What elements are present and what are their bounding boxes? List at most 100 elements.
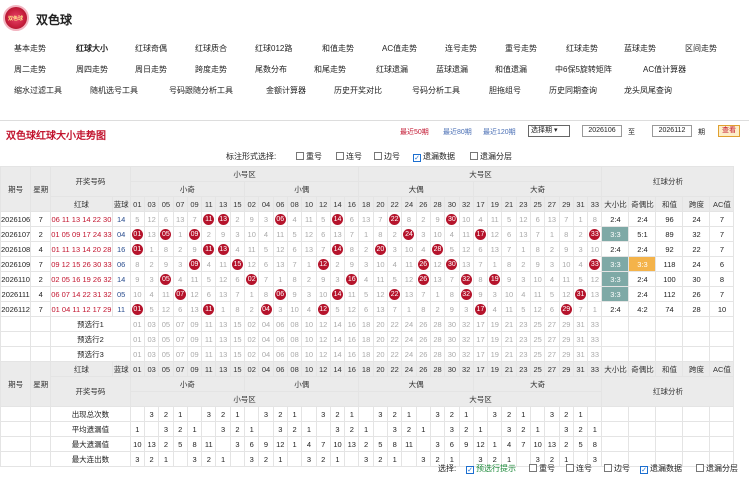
- table-cell: 12: [401, 271, 417, 287]
- table-cell: [487, 421, 503, 437]
- nav-link[interactable]: 龙头凤尾查询: [624, 85, 672, 96]
- nav-link[interactable]: 区间走势: [685, 43, 717, 54]
- recent-50-link[interactable]: 最近50期: [400, 127, 429, 137]
- table-cell: 小奇: [129, 376, 246, 392]
- table-cell: 12: [472, 436, 489, 452]
- table-cell: 9: [186, 241, 203, 257]
- red-ball: 14: [331, 288, 343, 300]
- footer-checkbox[interactable]: ✓ 预选行提示: [466, 463, 516, 474]
- table-cell: [244, 406, 260, 422]
- nav-link[interactable]: 缩水过滤工具: [14, 85, 62, 96]
- table-cell: 31: [572, 361, 589, 377]
- nav-link[interactable]: 基本走势: [14, 43, 46, 54]
- table-cell: 12: [558, 286, 574, 302]
- table-cell: 2:4: [601, 301, 630, 317]
- table-cell: 12: [215, 271, 231, 287]
- nav-link[interactable]: 红球012路: [255, 43, 292, 54]
- nav-link[interactable]: 胆拖组号: [489, 85, 521, 96]
- nav-link[interactable]: 和值遗漏: [495, 64, 527, 75]
- table-cell: 03: [143, 331, 160, 347]
- nav-link[interactable]: 蓝球走势: [624, 43, 656, 54]
- nav-link[interactable]: 和值走势: [322, 43, 354, 54]
- table-cell: 32: [458, 196, 474, 212]
- table-cell: 09: [186, 256, 203, 272]
- table-cell: 5: [572, 271, 589, 287]
- from-period-input[interactable]: 2026106: [582, 125, 622, 137]
- red-ball: 14: [331, 243, 343, 255]
- table-cell: 3: [229, 226, 246, 242]
- table-cell: 01: [129, 241, 145, 257]
- option-checkbox[interactable]: ✓ 遗漏数据: [413, 151, 455, 162]
- nav-link[interactable]: 随机选号工具: [90, 85, 138, 96]
- nav-link[interactable]: 连号走势: [445, 43, 477, 54]
- period-select[interactable]: 选择期 ▾: [528, 125, 570, 137]
- table-cell: 19: [487, 361, 503, 377]
- table-cell: 31: [572, 286, 589, 302]
- trend-table: 期号 星期 开奖号码 小号区 大号区 红球分析 小奇 小偶 大偶 大奇 红球 蓝球 01 03 05 07 09…: [0, 166, 735, 467]
- nav-link[interactable]: 周二走势: [14, 64, 46, 75]
- option-checkbox[interactable]: 遗漏分层: [470, 151, 512, 162]
- table-cell: 03: [143, 361, 160, 377]
- to-label: 至: [628, 129, 635, 136]
- table-cell: 06: [272, 196, 288, 212]
- nav-link[interactable]: 红球走势: [566, 43, 598, 54]
- table-cell: 27: [544, 346, 560, 362]
- table-cell: 8: [344, 241, 360, 257]
- nav-link[interactable]: 金额计算器: [266, 85, 306, 96]
- table-cell: 小偶: [244, 376, 360, 392]
- nav-link[interactable]: 红球奇偶: [135, 43, 167, 54]
- footer-checkbox[interactable]: ✓ 遗漏数据: [640, 463, 682, 474]
- table-cell: 32: [458, 286, 474, 302]
- table-cell: 1: [244, 286, 260, 302]
- option-checkbox[interactable]: 重号: [296, 151, 322, 162]
- table-cell: 8: [587, 211, 603, 227]
- recent-120-link[interactable]: 最近120期: [483, 127, 516, 137]
- red-ball: 13: [217, 213, 229, 225]
- nav-link[interactable]: 红球质合: [195, 43, 227, 54]
- option-checkbox[interactable]: 连号: [336, 151, 362, 162]
- footer-checkbox[interactable]: 遗漏分层: [696, 463, 738, 474]
- nav-link[interactable]: AC值计算器: [643, 64, 686, 75]
- table-cell: 15: [229, 256, 246, 272]
- table-cell: 05: [158, 271, 174, 287]
- nav-link[interactable]: 跨度走势: [195, 64, 227, 75]
- option-checkbox[interactable]: 边号: [374, 151, 400, 162]
- recent-80-link[interactable]: 最近80期: [443, 127, 472, 137]
- table-cell: 3: [143, 271, 160, 287]
- nav-link[interactable]: 中6保5旋转矩阵: [555, 64, 612, 75]
- footer-checkbox[interactable]: 重号: [529, 463, 555, 474]
- nav-link[interactable]: 号码分析工具: [412, 85, 460, 96]
- nav-link[interactable]: 蓝球遗漏: [436, 64, 468, 75]
- query-button[interactable]: 查看: [718, 125, 740, 137]
- table-cell: 04: [258, 331, 274, 347]
- table-cell: 2: [401, 421, 417, 437]
- nav-link[interactable]: 红球大小: [76, 43, 108, 54]
- nav-link[interactable]: 重号走势: [505, 43, 537, 54]
- table-cell: 2026108: [0, 241, 32, 257]
- table-cell: [682, 316, 711, 332]
- footer-checkbox[interactable]: 连号: [566, 463, 592, 474]
- nav-link[interactable]: 尾数分布: [255, 64, 287, 75]
- table-cell: 6: [258, 256, 274, 272]
- nav-link[interactable]: 历史开奖对比: [334, 85, 382, 96]
- table-cell: 星期: [30, 166, 52, 212]
- footer-checkbox[interactable]: 边号: [604, 463, 630, 474]
- table-cell: 跨度: [682, 361, 711, 377]
- table-cell: 13: [329, 226, 346, 242]
- table-cell: 2: [329, 406, 346, 422]
- nav-link[interactable]: 和尾走势: [314, 64, 346, 75]
- header: 双色球 双色球: [0, 0, 749, 38]
- table-cell: 96: [655, 211, 684, 227]
- table-cell: AC值: [709, 361, 735, 377]
- table-cell: 3: [387, 241, 403, 257]
- table-cell: 11: [372, 271, 389, 287]
- to-period-input[interactable]: 2026112: [652, 125, 692, 137]
- table-cell: 2:4: [628, 241, 657, 257]
- nav-link[interactable]: 红球遗漏: [376, 64, 408, 75]
- nav-link[interactable]: AC值走势: [382, 43, 417, 54]
- nav-link[interactable]: 周日走势: [135, 64, 167, 75]
- nav-link[interactable]: 周四走势: [76, 64, 108, 75]
- table-cell: 32: [458, 316, 474, 332]
- nav-link[interactable]: 号码跟随分析工具: [169, 85, 233, 96]
- nav-link[interactable]: 历史同期查询: [549, 85, 597, 96]
